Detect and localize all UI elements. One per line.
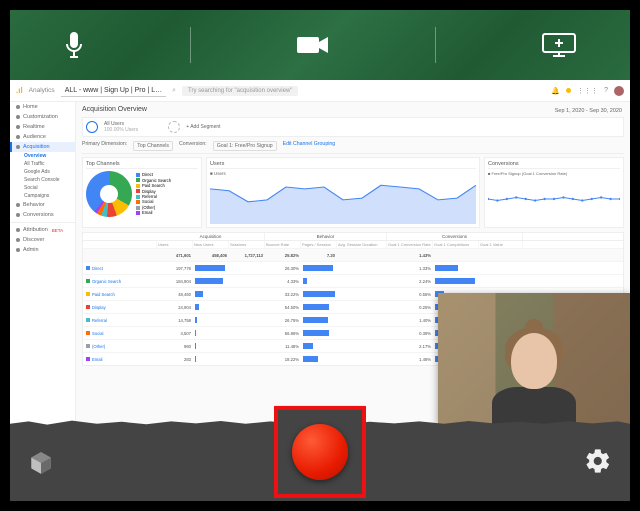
sidebar-sub-overview[interactable]: Overview — [10, 152, 75, 160]
sidebar-footer-discover[interactable]: Discover — [10, 235, 75, 245]
sidebar-footer-admin[interactable]: Admin — [10, 245, 75, 255]
app-logo-icon[interactable] — [28, 450, 54, 476]
ga-brand: Analytics — [29, 87, 55, 94]
edit-grouping-link[interactable]: Edit Channel Grouping — [283, 141, 336, 151]
webcam-overlay[interactable] — [438, 293, 630, 425]
video-camera-icon[interactable] — [296, 34, 330, 56]
total-sessions: 1,727,113 — [229, 253, 265, 258]
apps-icon[interactable]: ⋮⋮⋮ — [577, 87, 598, 95]
ga-header: .ıl Analytics ALL - www | Sign Up | Pro … — [10, 80, 630, 102]
table-row[interactable]: Direct197,77626.30%1.33% — [83, 261, 623, 274]
flag-icon — [16, 213, 20, 217]
property-selector[interactable]: ALL - www | Sign Up | Pro | L… — [61, 85, 166, 97]
total-newusers: 458,405 — [193, 253, 229, 258]
users-title: Users — [210, 161, 476, 169]
arrow-icon — [16, 145, 20, 149]
users-card: Users ■ Users — [206, 157, 480, 228]
record-button-frame — [274, 406, 366, 498]
channels-legend: DirectOrganic SearchPaid SearchDisplayRe… — [136, 172, 171, 216]
sidebar-item-acquisition[interactable]: Acquisition — [10, 142, 75, 152]
divider — [190, 27, 191, 63]
ga-sidebar: HomeCustomizationRealtimeAudienceAcquisi… — [10, 102, 76, 425]
conversions-title: Conversions — [488, 161, 620, 169]
presenter-figure — [484, 315, 584, 425]
conversions-card: Conversions ■ Free/Pro Signup (Goal 1 Co… — [484, 157, 624, 228]
help-icon[interactable]: ? — [604, 87, 608, 94]
recorder-bar — [10, 425, 630, 501]
sidebar-sub-social[interactable]: Social — [10, 184, 75, 192]
sidebar-footer-attribution[interactable]: AttributionBETA — [10, 225, 75, 235]
page-title: Acquisition Overview — [82, 106, 624, 113]
record-button[interactable] — [292, 424, 348, 480]
segment-bar: All Users 100.00% Users + Add Segment — [82, 117, 624, 137]
col-group-acq: Acquisition — [157, 233, 265, 240]
sidebar-sub-all-traffic[interactable]: All Traffic — [10, 160, 75, 168]
sidebar-item-behavior[interactable]: Behavior — [10, 200, 75, 210]
total-pages: 7.20 — [301, 253, 337, 258]
search-input[interactable]: Try searching for "acquisition overview" — [182, 86, 298, 96]
add-segment[interactable]: + Add Segment — [186, 124, 220, 130]
date-range[interactable]: Sep 1, 2020 - Sep 30, 2020 — [555, 108, 622, 114]
sidebar-item-audience[interactable]: Audience — [10, 132, 75, 142]
total-bounce: 25.82% — [265, 253, 301, 258]
primary-dim[interactable]: Top Channels — [133, 141, 173, 151]
sidebar-item-conversions[interactable]: Conversions — [10, 210, 75, 220]
users-chart — [210, 176, 476, 224]
conversion-label: Conversion: — [179, 141, 207, 151]
total-goalrate: 1.43% — [387, 253, 433, 258]
total-users: 471,601 — [157, 253, 193, 258]
chart-icon — [16, 203, 20, 207]
sidebar-sub-google-ads[interactable]: Google Ads — [10, 168, 75, 176]
person-icon — [16, 135, 20, 139]
sidebar-item-home[interactable]: Home — [10, 102, 75, 112]
divider — [435, 27, 436, 63]
sidebar-item-realtime[interactable]: Realtime — [10, 122, 75, 132]
bell-icon[interactable]: 🔔 — [551, 87, 560, 95]
conversion-select[interactable]: Goal 1: Free/Pro Signup — [213, 141, 277, 151]
top-channels-title: Top Channels — [86, 161, 198, 169]
settings-icon[interactable] — [584, 447, 612, 480]
grid-icon — [16, 115, 20, 119]
col-group-beh: Behavior — [265, 233, 387, 240]
table-row[interactable]: Organic Search184,9044.33%2.24% — [83, 274, 623, 287]
clock-icon — [16, 125, 20, 129]
search-icon: ⌕ — [172, 87, 176, 95]
microphone-icon[interactable] — [63, 30, 85, 60]
sidebar-item-customization[interactable]: Customization — [10, 112, 75, 122]
add-segment-icon[interactable] — [168, 121, 180, 133]
home-icon — [16, 105, 20, 109]
col-group-conv: Conversions — [387, 233, 523, 240]
primary-dim-label: Primary Dimension: — [82, 141, 127, 151]
screen-share-icon[interactable] — [541, 32, 577, 58]
channels-pie — [86, 171, 132, 217]
sidebar-sub-campaigns[interactable]: Campaigns — [10, 192, 75, 200]
notification-dot — [566, 88, 571, 93]
top-channels-card: Top Channels DirectOrganic SearchPaid Se… — [82, 157, 202, 228]
segment-all-pct: 100.00% Users — [104, 127, 138, 133]
mode-toolbar — [10, 10, 630, 80]
sidebar-sub-search-console[interactable]: Search Console — [10, 176, 75, 184]
ga-logo-icon: .ıl — [16, 86, 23, 95]
avatar[interactable] — [614, 86, 624, 96]
segment-all-icon[interactable] — [86, 121, 98, 133]
conv-chart — [488, 176, 620, 224]
